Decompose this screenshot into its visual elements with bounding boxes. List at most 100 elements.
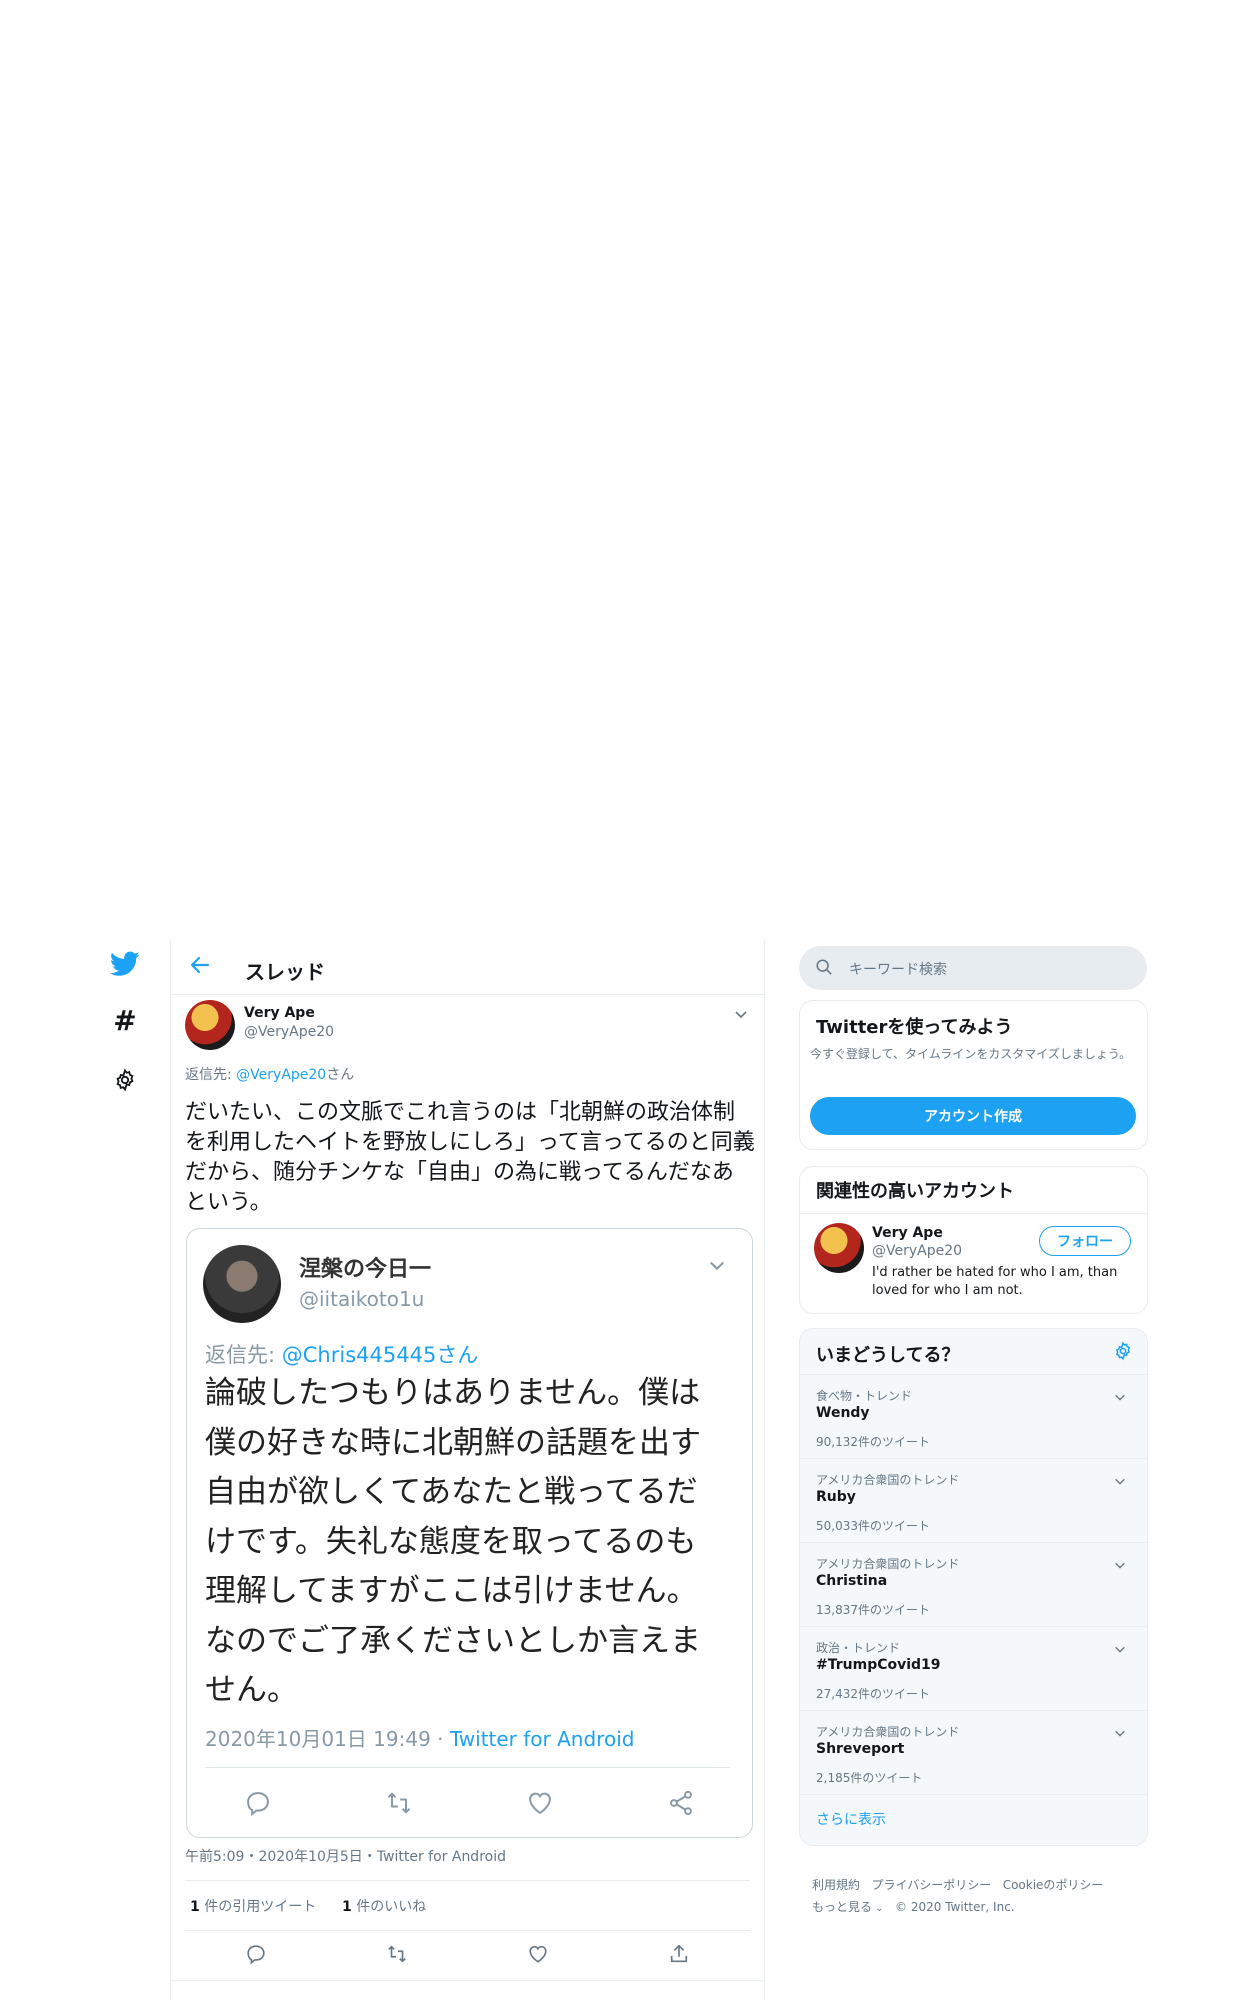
- chevron-down-icon[interactable]: [1113, 1725, 1129, 1741]
- trend-category: アメリカ合衆国のトレンド: [816, 1725, 960, 1739]
- stats-divider-bottom: [185, 1930, 750, 1931]
- trend-name: #TrumpCovid19: [816, 1657, 941, 1673]
- related-divider: [800, 1213, 1147, 1214]
- quoted-reply-prefix: 返信先:: [205, 1343, 282, 1367]
- footer-copyright: © 2020 Twitter, Inc.: [895, 1900, 1015, 1914]
- reply-to-line: 返信先: @VeryApe20さん: [185, 1064, 354, 1084]
- share-upload-icon[interactable]: [659, 1934, 699, 1974]
- trend-count: 50,033件のツイート: [816, 1519, 930, 1533]
- share-icon[interactable]: [661, 1783, 701, 1823]
- trend-item[interactable]: 政治・トレンド #TrumpCovid19 27,432件のツイート: [800, 1626, 1147, 1711]
- trend-count: 13,837件のツイート: [816, 1603, 930, 1617]
- chevron-down-icon[interactable]: [733, 1006, 751, 1024]
- twitter-logo-icon[interactable]: [109, 948, 141, 980]
- author-name[interactable]: Very Ape: [244, 1005, 315, 1021]
- tweet-timestamp[interactable]: 午前5:09・2020年10月5日・Twitter for Android: [185, 1846, 506, 1866]
- page-title: スレッド: [245, 960, 325, 984]
- show-more-divider: [800, 1794, 1147, 1795]
- quoted-meta-line: 2020年10月01日 19:49 · Twitter for Android: [205, 1723, 634, 1752]
- trend-item[interactable]: 食べ物・トレンド Wendy 90,132件のツイート: [800, 1374, 1147, 1459]
- show-more-link[interactable]: さらに表示: [816, 1809, 886, 1829]
- quoted-tweet-card[interactable]: 涅槃の今日一 @iitaikoto1u 返信先: @Chris445445さん …: [186, 1228, 753, 1838]
- footer-terms-link[interactable]: 利用規約: [812, 1878, 860, 1892]
- footer-links-row-1: 利用規約 プライバシーポリシー Cookieのポリシー: [812, 1876, 1152, 1893]
- trend-category: アメリカ合衆国のトレンド: [816, 1473, 960, 1487]
- create-account-button[interactable]: アカウント作成: [810, 1097, 1136, 1135]
- retweet-icon[interactable]: [377, 1934, 417, 1974]
- back-arrow-icon[interactable]: [188, 953, 214, 979]
- footer-links-row-2: もっと見る ⌄ © 2020 Twitter, Inc.: [812, 1898, 1152, 1915]
- quoted-client-link[interactable]: Twitter for Android: [450, 1727, 635, 1751]
- explore-hashtag-icon[interactable]: #: [109, 1004, 141, 1037]
- quote-count: 1: [190, 1899, 200, 1915]
- footer-more-link[interactable]: もっと見る: [812, 1900, 872, 1914]
- reply-prefix: 返信先:: [185, 1067, 237, 1083]
- trends-settings-gear-icon[interactable]: [1113, 1341, 1135, 1363]
- quote-tweets-stat[interactable]: 1 件の引用ツイート: [190, 1896, 316, 1916]
- chevron-down-icon[interactable]: [1113, 1641, 1129, 1657]
- quoted-avatar[interactable]: [203, 1245, 281, 1323]
- reply-suffix: さん: [326, 1067, 355, 1083]
- trend-count: 2,185件のツイート: [816, 1771, 923, 1785]
- create-account-label: アカウント作成: [924, 1109, 1022, 1125]
- trends-card: いまどうしてる？ 食べ物・トレンド Wendy 90,132件のツイート アメリ…: [799, 1328, 1148, 1846]
- chevron-down-icon[interactable]: [1113, 1473, 1129, 1489]
- main-column-left-border: [170, 940, 171, 2000]
- quoted-tweet-text: 論破したつもりはありません。僕は僕の好きな時に北朝鮮の話題を出す自由が欲しくてあ…: [205, 1375, 701, 1708]
- search-icon: [815, 958, 835, 978]
- signup-title: Twitterを使ってみよう: [816, 1017, 1013, 1038]
- trend-category: 食べ物・トレンド: [816, 1389, 913, 1403]
- reply-icon[interactable]: [236, 1934, 276, 1974]
- chevron-down-icon[interactable]: [1113, 1557, 1129, 1573]
- reply-to-link[interactable]: @VeryApe20: [236, 1067, 326, 1083]
- chevron-down-icon[interactable]: [1113, 1389, 1129, 1405]
- trend-name: Wendy: [816, 1405, 870, 1421]
- like-heart-icon[interactable]: [520, 1783, 560, 1823]
- trend-item[interactable]: アメリカ合衆国のトレンド Shreveport 2,185件のツイート: [800, 1710, 1147, 1795]
- reply-icon[interactable]: [238, 1783, 278, 1823]
- footer-privacy-link[interactable]: プライバシーポリシー: [871, 1878, 991, 1892]
- tweet-action-bar: [185, 1934, 750, 1974]
- quoted-action-bar: [187, 1781, 752, 1825]
- related-avatar[interactable]: [814, 1223, 864, 1273]
- search-input[interactable]: キーワード検索: [799, 946, 1147, 990]
- quoted-author-name[interactable]: 涅槃の今日一: [299, 1251, 431, 1283]
- likes-stat[interactable]: 1 件のいいね: [342, 1896, 426, 1916]
- tweet-text: だいたい、この文脈でこれ言うのは「北朝鮮の政治体制を利用したヘイトを野放しにしろ…: [185, 1100, 755, 1215]
- footer-cookie-link[interactable]: Cookieのポリシー: [1003, 1878, 1104, 1892]
- like-count: 1: [342, 1899, 352, 1915]
- signup-description: 今すぐ登録して、タイムラインをカスタマイズしましょう。: [810, 1047, 1132, 1061]
- main-column-right-border: [764, 940, 765, 2000]
- follow-label: フォロー: [1057, 1234, 1113, 1250]
- bottom-divider: [171, 1980, 765, 1981]
- trend-name: Christina: [816, 1573, 888, 1589]
- quoted-chevron-down-icon[interactable]: [707, 1255, 729, 1277]
- header-divider: [171, 994, 766, 995]
- related-handle[interactable]: @VeryApe20: [872, 1243, 962, 1259]
- related-name[interactable]: Very Ape: [872, 1225, 943, 1241]
- trend-name: Ruby: [816, 1489, 856, 1505]
- trend-category: アメリカ合衆国のトレンド: [816, 1557, 960, 1571]
- retweet-icon[interactable]: [379, 1783, 419, 1823]
- related-title: 関連性の高いアカウント: [816, 1181, 1014, 1202]
- chevron-down-icon[interactable]: ⌄: [872, 1903, 883, 1914]
- quoted-divider: [205, 1767, 730, 1768]
- quoted-reply-to-line: 返信先: @Chris445445さん: [205, 1339, 478, 1369]
- trend-item[interactable]: アメリカ合衆国のトレンド Ruby 50,033件のツイート: [800, 1458, 1147, 1543]
- trend-count: 90,132件のツイート: [816, 1435, 930, 1449]
- stats-divider-top: [185, 1880, 750, 1881]
- trend-category: 政治・トレンド: [816, 1641, 901, 1655]
- quoted-date: 2020年10月01日 19:49 ·: [205, 1727, 450, 1751]
- signup-card: Twitterを使ってみよう 今すぐ登録して、タイムラインをカスタマイズしましょ…: [799, 1000, 1148, 1150]
- search-placeholder: キーワード検索: [849, 962, 947, 978]
- avatar[interactable]: [185, 1000, 235, 1050]
- related-accounts-card: 関連性の高いアカウント Very Ape @VeryApe20 フォロー I'd…: [799, 1166, 1148, 1314]
- follow-button[interactable]: フォロー: [1039, 1226, 1131, 1256]
- quoted-reply-to-link[interactable]: @Chris445445さん: [282, 1343, 479, 1367]
- like-heart-icon[interactable]: [518, 1934, 558, 1974]
- trends-title: いまどうしてる？: [816, 1345, 960, 1366]
- trend-item[interactable]: アメリカ合衆国のトレンド Christina 13,837件のツイート: [800, 1542, 1147, 1627]
- author-handle[interactable]: @VeryApe20: [244, 1024, 334, 1040]
- settings-gear-icon[interactable]: [109, 1064, 141, 1096]
- quoted-author-handle[interactable]: @iitaikoto1u: [299, 1287, 424, 1311]
